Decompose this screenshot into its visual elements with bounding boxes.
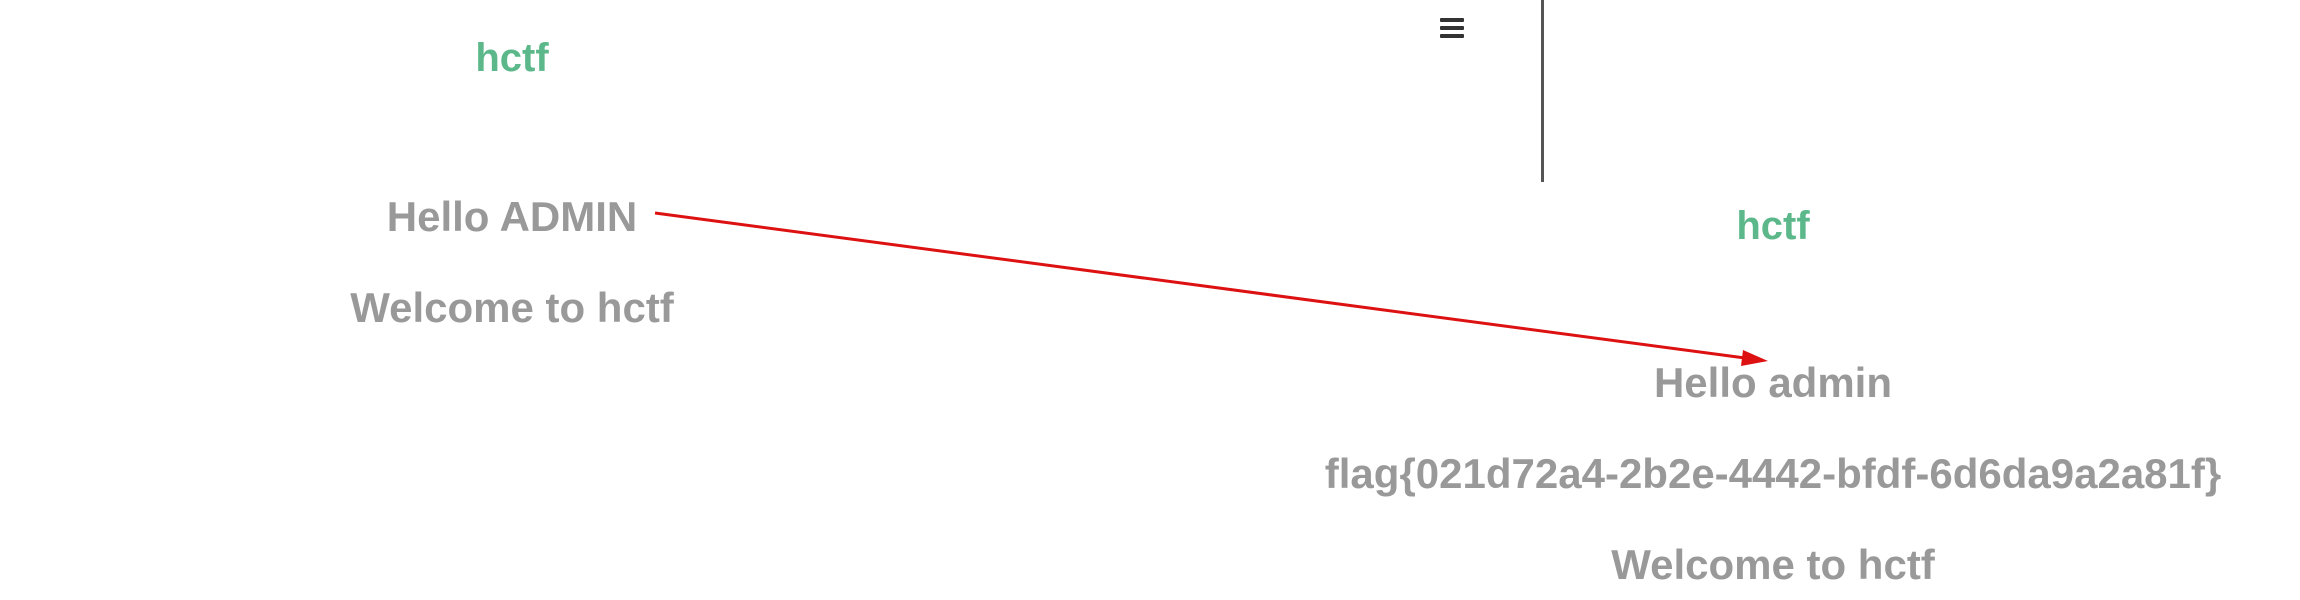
left-greeting: Hello ADMIN: [386, 193, 638, 240]
left-welcome: Welcome to hctf: [350, 284, 674, 331]
flag-text: flag{021d72a4-2b2e-4442-bfdf-6d6da9a2a81…: [1324, 450, 2222, 497]
menu-bar-top: [1440, 18, 1464, 22]
hamburger-menu-icon[interactable]: [1440, 18, 1466, 38]
left-brand-link[interactable]: hctf: [475, 38, 548, 78]
panel-divider: [1541, 0, 1544, 182]
arrow-line: [654, 211, 1746, 360]
right-brand-link[interactable]: hctf: [1736, 206, 1809, 246]
menu-bar-middle: [1440, 26, 1464, 30]
red-arrow-annotation: [654, 211, 1768, 366]
menu-bar-bottom: [1440, 34, 1464, 38]
right-greeting: Hello admin: [1653, 359, 1893, 406]
right-welcome: Welcome to hctf: [1611, 541, 1935, 588]
